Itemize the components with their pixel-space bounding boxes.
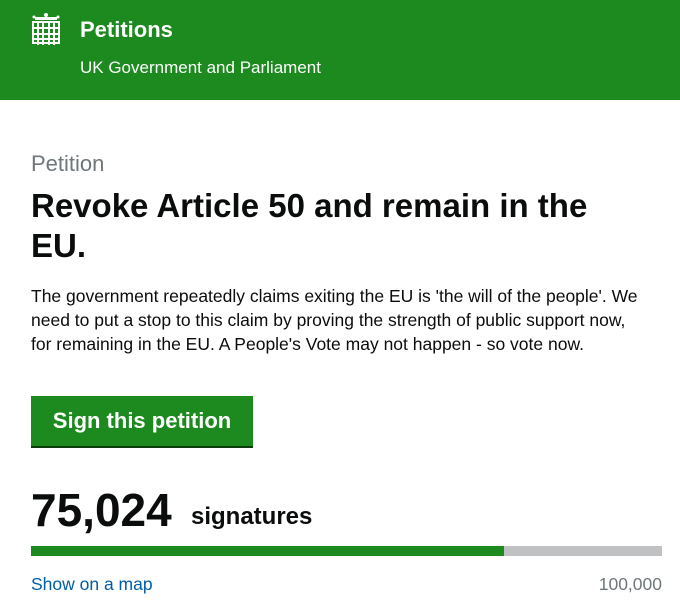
signature-target: 100,000 (598, 574, 662, 594)
signature-count-label: signatures (191, 503, 313, 530)
signature-count: 75,024 (31, 484, 172, 536)
site-header: Petitions UK Government and Parliament (0, 0, 680, 100)
petition-description: The government repeatedly claims exiting… (31, 286, 638, 354)
petition-eyebrow: Petition (31, 151, 105, 176)
signature-progress-bar (31, 546, 662, 556)
signature-progress-fill (31, 546, 505, 556)
site-subtitle: UK Government and Parliament (80, 58, 321, 77)
sign-petition-button[interactable]: Sign this petition (31, 396, 253, 446)
site-title[interactable]: Petitions (80, 16, 173, 44)
petition-title: Revoke Article 50 and remain in the EU. (31, 187, 588, 264)
show-on-map-link[interactable]: Show on a map (31, 572, 153, 596)
portcullis-icon[interactable] (31, 12, 61, 46)
